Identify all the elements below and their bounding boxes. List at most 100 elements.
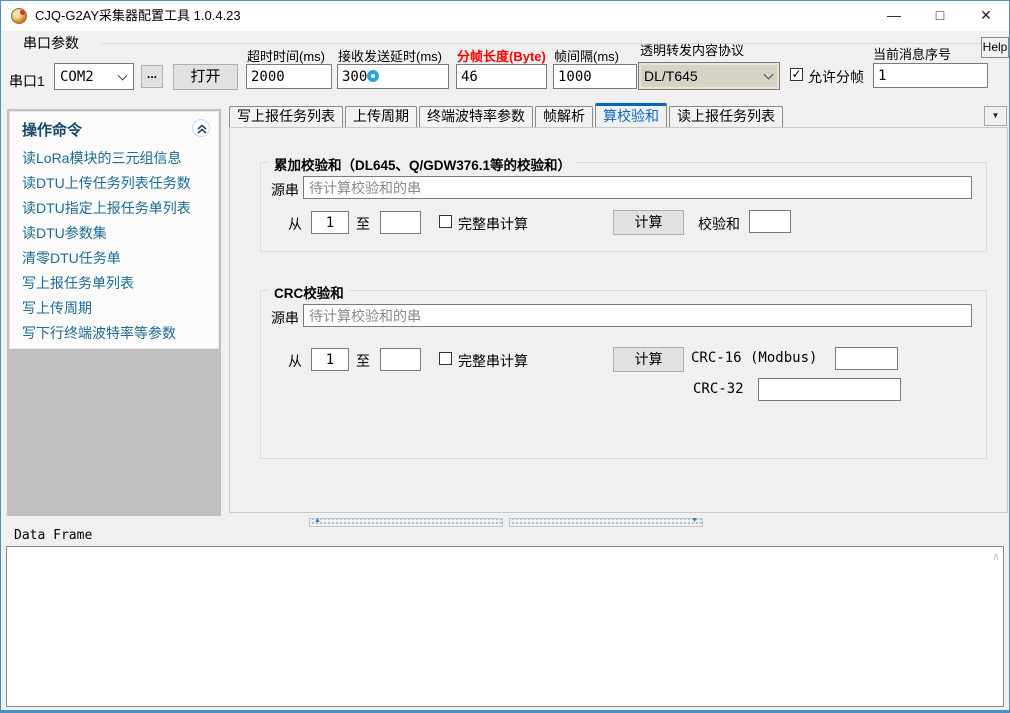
crc32-label: CRC-32 xyxy=(693,381,744,397)
maximize-icon[interactable]: □ xyxy=(917,1,963,31)
sidebar-item-read-dtu-task-count[interactable]: 读DTU上传任务列表任务数 xyxy=(22,171,216,196)
rx-tx-delay-input[interactable] xyxy=(337,64,449,89)
tab-upload-cycle[interactable]: 上传周期 xyxy=(345,106,417,127)
frame-length-field-group: 分帧长度(Byte) xyxy=(456,31,547,101)
crc-from-input[interactable] xyxy=(311,348,349,371)
frame-length-label: 分帧长度(Byte) xyxy=(457,46,546,65)
serial-params-section: 串口参数 串口1 COM2 ... 打开 超时时间(ms) 接收发送延时(ms)… xyxy=(1,31,1009,101)
operation-commands-list: 读LoRa模块的三元组信息 读DTU上传任务列表任务数 读DTU指定上报任务单列… xyxy=(22,146,216,346)
title-bar: CJQ-G2AY采集器配置工具 1.0.4.23 — □ ✕ xyxy=(1,1,1009,31)
check-icon: ✓ xyxy=(791,67,801,81)
full-string-calc-label: 完整串计算 xyxy=(458,214,528,234)
protocol-select[interactable]: DL/T645 xyxy=(638,62,780,90)
sidebar-item-read-dtu-params[interactable]: 读DTU参数集 xyxy=(22,221,216,246)
data-frame-textarea[interactable]: ∧ xyxy=(6,546,1004,707)
crc16-input[interactable] xyxy=(835,347,898,370)
message-seq-input[interactable] xyxy=(873,63,988,88)
crc-full-string-calc-label: 完整串计算 xyxy=(458,351,528,371)
window-title: CJQ-G2AY采集器配置工具 1.0.4.23 xyxy=(35,1,241,31)
collapse-panel-button[interactable] xyxy=(192,119,210,137)
crc-source-string-input[interactable] xyxy=(303,304,972,327)
crc-source-string-label: 源串 xyxy=(271,308,299,328)
crc-calculate-button[interactable]: 计算 xyxy=(613,347,684,372)
source-string-label: 源串 xyxy=(271,180,299,200)
sidebar-item-clear-dtu-tasks[interactable]: 清零DTU任务单 xyxy=(22,246,216,271)
timeout-label: 超时时间(ms) xyxy=(247,46,325,65)
from-input[interactable] xyxy=(311,211,349,234)
tab-write-report-task-list[interactable]: 写上报任务列表 xyxy=(229,106,343,127)
accumulate-checksum-title: 累加校验和（DL645、Q/GDW376.1等的校验和） xyxy=(269,154,576,174)
message-seq-label: 当前消息序号 xyxy=(873,44,951,63)
tab-strip: 写上报任务列表 上传周期 终端波特率参数 帧解析 算校验和 读上报任务列表 xyxy=(229,104,1008,127)
close-icon[interactable]: ✕ xyxy=(963,1,1009,31)
triangle-up-icon: ▲ xyxy=(314,517,321,524)
operation-commands-card: 操作命令 读LoRa模块的三元组信息 读DTU上传任务列表任务数 读DTU指定上… xyxy=(9,111,219,349)
sidebar-item-write-upload-cycle[interactable]: 写上传周期 xyxy=(22,296,216,321)
frame-length-input[interactable] xyxy=(456,64,547,89)
sidebar-item-read-lora-triple[interactable]: 读LoRa模块的三元组信息 xyxy=(22,146,216,171)
tab-read-report-task-list[interactable]: 读上报任务列表 xyxy=(669,106,783,127)
sidebar-item-read-dtu-task-list[interactable]: 读DTU指定上报任务单列表 xyxy=(22,196,216,221)
from-label: 从 xyxy=(288,214,302,234)
operation-commands-title: 操作命令 xyxy=(22,119,82,140)
chevron-down-icon xyxy=(118,70,128,80)
scroll-up-icon: ∧ xyxy=(992,550,1000,563)
sidebar-item-write-baudrate-params[interactable]: 写下行终端波特率等参数 xyxy=(22,321,216,346)
rx-tx-delay-field-group: 接收发送延时(ms) xyxy=(337,31,449,101)
browse-ports-button[interactable]: ... xyxy=(141,65,163,88)
calculate-button[interactable]: 计算 xyxy=(613,210,684,235)
crc-to-input[interactable] xyxy=(380,348,421,371)
checksum-result-input[interactable] xyxy=(749,210,791,233)
main-tab-area: 写上报任务列表 上传周期 终端波特率参数 帧解析 算校验和 读上报任务列表 ▼ … xyxy=(229,104,1008,513)
minimize-icon[interactable]: — xyxy=(871,1,917,31)
frame-gap-input[interactable] xyxy=(553,64,637,89)
operation-commands-panel: 操作命令 读LoRa模块的三元组信息 读DTU上传任务列表任务数 读DTU指定上… xyxy=(7,109,221,516)
crc-checksum-group: CRC校验和 源串 从 至 完整串计算 计算 CRC-16 (Modbus) C… xyxy=(260,290,987,459)
com-port-value: COM2 xyxy=(60,69,94,85)
accumulate-checksum-group: 累加校验和（DL645、Q/GDW376.1等的校验和） 源串 从 至 完整串计… xyxy=(260,162,987,252)
checksum-tab-panel: 累加校验和（DL645、Q/GDW376.1等的校验和） 源串 从 至 完整串计… xyxy=(229,127,1008,513)
chevron-down-icon xyxy=(764,70,774,80)
serial-params-groupline xyxy=(101,43,1003,44)
com-port-select[interactable]: COM2 xyxy=(54,63,134,90)
chevron-double-up-icon xyxy=(196,123,208,135)
timeout-input[interactable] xyxy=(246,64,332,89)
crc-to-label: 至 xyxy=(356,351,370,371)
help-button[interactable]: Help xyxy=(981,37,1009,58)
window-controls: — □ ✕ xyxy=(871,1,1009,31)
crc-checksum-title: CRC校验和 xyxy=(269,282,349,302)
sidebar-item-write-task-list[interactable]: 写上报任务单列表 xyxy=(22,271,216,296)
checksum-result-label: 校验和 xyxy=(698,214,740,234)
crc-full-string-calc-checkbox[interactable] xyxy=(439,352,452,365)
full-string-calc-checkbox[interactable] xyxy=(439,215,452,228)
to-label: 至 xyxy=(356,214,370,234)
splitter-collapse-down[interactable]: ▼ xyxy=(509,518,703,527)
open-port-button[interactable]: 打开 xyxy=(173,64,238,90)
source-string-input[interactable] xyxy=(303,176,972,199)
chevron-down-icon: ▼ xyxy=(992,111,1000,120)
to-input[interactable] xyxy=(380,211,421,234)
serial-params-title: 串口参数 xyxy=(23,33,79,53)
crc16-label: CRC-16 (Modbus) xyxy=(691,350,817,366)
tab-frame-parse[interactable]: 帧解析 xyxy=(535,106,593,127)
rx-tx-delay-label: 接收发送延时(ms) xyxy=(338,46,442,65)
frame-gap-label: 帧间隔(ms) xyxy=(554,46,619,65)
frame-gap-field-group: 帧间隔(ms) xyxy=(553,31,637,101)
splitter-collapse-up[interactable]: ▲ xyxy=(309,518,503,527)
touch-pointer-indicator xyxy=(367,70,379,82)
port-label: 串口1 xyxy=(9,71,45,91)
timeout-field-group: 超时时间(ms) xyxy=(246,31,332,101)
triangle-down-icon: ▼ xyxy=(691,517,698,524)
data-frame-label: Data Frame xyxy=(14,528,92,543)
crc-from-label: 从 xyxy=(288,351,302,371)
protocol-value: DL/T645 xyxy=(644,68,698,84)
protocol-label: 透明转发内容协议 xyxy=(640,40,744,59)
allow-split-checkbox[interactable]: ✓ xyxy=(790,68,803,81)
crc32-input[interactable] xyxy=(758,378,901,401)
tab-checksum[interactable]: 算校验和 xyxy=(595,103,667,127)
app-window: CJQ-G2AY采集器配置工具 1.0.4.23 — □ ✕ 串口参数 串口1 … xyxy=(0,0,1010,713)
allow-split-label: 允许分帧 xyxy=(808,67,864,87)
tab-overflow-button[interactable]: ▼ xyxy=(984,106,1007,126)
app-icon xyxy=(11,8,27,24)
tab-terminal-baudrate[interactable]: 终端波特率参数 xyxy=(419,106,533,127)
